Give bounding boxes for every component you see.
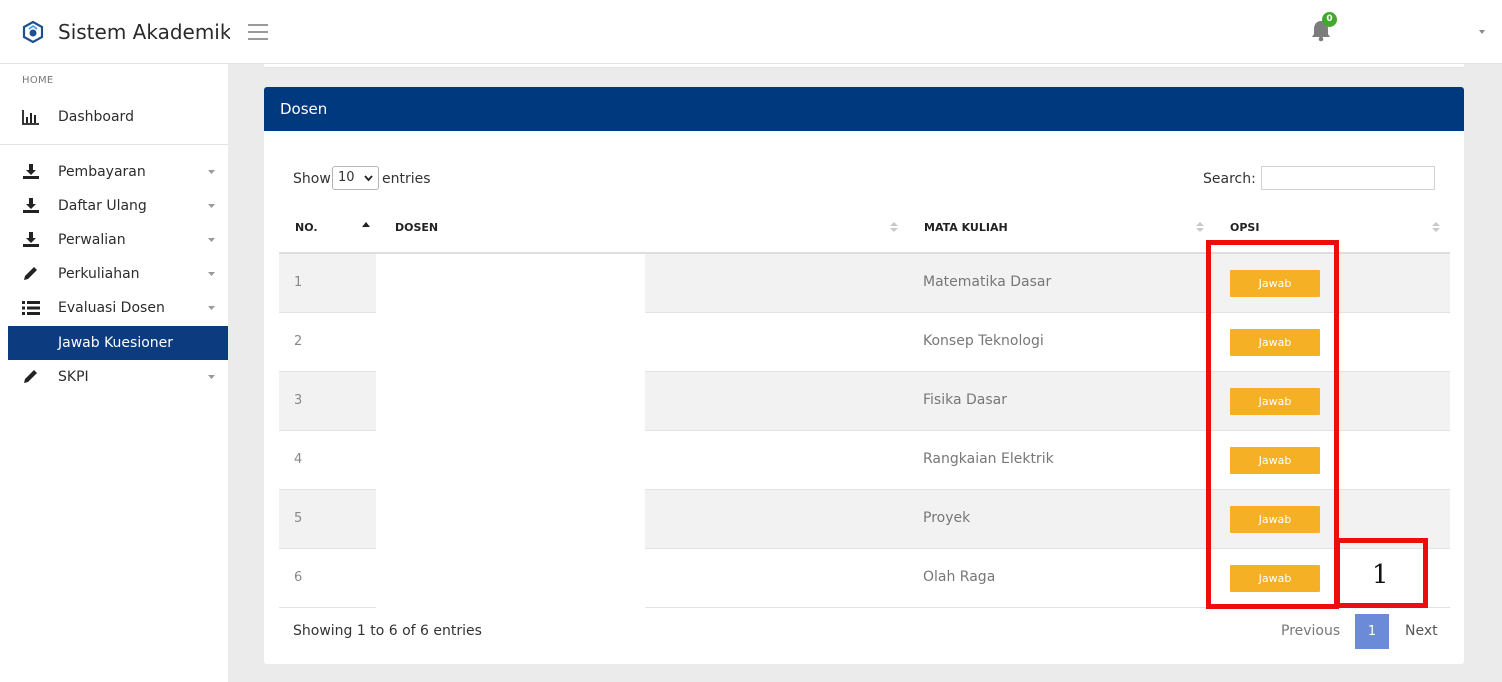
sidebar-item-evaluasi-dosen[interactable]: Evaluasi Dosen [8,291,228,325]
cell-mata-kuliah: Proyek [923,510,971,526]
sidebar-item-dashboard[interactable]: Dashboard [8,100,228,134]
entries-select-value: 10 [338,170,355,185]
chevron-down-icon [208,238,215,242]
pencil-icon [24,370,37,383]
cell-dosen-redacted [376,313,645,372]
column-header-dosen[interactable]: DOSEN [395,221,438,234]
cell-no: 6 [294,570,303,585]
cell-no: 1 [294,275,303,290]
sidebar-divider [0,144,228,145]
chevron-down-icon [208,272,215,276]
cell-no: 3 [294,393,303,408]
cell-dosen-redacted [376,549,645,608]
sidebar-item-perwalian[interactable]: Perwalian [8,223,228,257]
column-header-no[interactable]: NO. [295,221,318,234]
cell-dosen-redacted [376,431,645,490]
sort-both-icon[interactable] [1432,221,1440,233]
cell-dosen-redacted [376,254,645,313]
card-header: Dosen [264,87,1464,131]
previous-card-edge [264,64,1464,68]
cell-mata-kuliah: Rangkaian Elektrik [923,451,1054,467]
entries-label: entries [382,171,431,187]
top-navbar: Sistem Akademik 0 [0,0,1502,64]
pencil-icon [24,267,37,280]
download-icon [23,198,39,213]
sidebar-item-label: Evaluasi Dosen [58,300,165,316]
bar-chart-icon [22,110,39,125]
sidebar-item-label: Daftar Ulang [58,198,147,214]
sidebar-item-label: Pembayaran [58,164,146,180]
search-label: Search: [1203,171,1256,187]
app-title: Sistem Akademik [58,20,230,44]
list-icon [22,301,40,315]
menu-toggle-icon[interactable] [248,24,268,40]
pagination-previous[interactable]: Previous [1281,623,1340,639]
entries-per-page-select[interactable]: 10 [332,166,379,190]
cell-mata-kuliah: Olah Raga [923,569,996,585]
show-label: Show [293,171,331,187]
app-logo-icon [22,21,44,43]
column-header-opsi[interactable]: OPSI [1230,221,1259,234]
table-info: Showing 1 to 6 of 6 entries [293,623,482,639]
sidebar-item-skpi[interactable]: SKPI [8,360,228,394]
chevron-down-icon [208,375,215,379]
cell-no: 5 [294,511,303,526]
cell-mata-kuliah: Konsep Teknologi [923,333,1044,349]
sidebar-subitem-jawab-kuesioner[interactable]: Jawab Kuesioner [8,326,228,360]
sort-both-icon[interactable] [890,221,898,233]
search-input[interactable] [1261,166,1435,190]
sort-both-icon[interactable] [1196,221,1204,233]
annotation-highlight-box [1206,240,1339,609]
cell-dosen-redacted [376,372,645,431]
cell-dosen-redacted [376,490,645,549]
cell-no: 4 [294,452,303,467]
sidebar-item-label: Jawab Kuesioner [58,335,174,351]
download-icon [23,232,39,247]
sidebar: HOME Dashboard Pembayaran Daftar Ulang P… [0,64,228,682]
brand[interactable]: Sistem Akademik [22,20,230,44]
cell-mata-kuliah: Matematika Dasar [923,274,1052,290]
pagination-page-1[interactable]: 1 [1355,614,1389,649]
cell-mata-kuliah: Fisika Dasar [923,392,1007,408]
user-menu-caret-icon[interactable] [1477,28,1487,36]
sidebar-item-label: Dashboard [58,109,134,125]
sidebar-item-pembayaran[interactable]: Pembayaran [8,155,228,189]
pagination-next[interactable]: Next [1405,623,1438,639]
cell-no: 2 [294,334,303,349]
sidebar-item-label: SKPI [58,369,89,385]
chevron-down-icon [208,204,215,208]
sidebar-item-label: Perkuliahan [58,266,140,282]
chevron-down-icon [364,175,373,182]
notification-bell[interactable]: 0 [1310,12,1337,42]
card-title: Dosen [280,100,328,118]
sidebar-item-label: Perwalian [58,232,126,248]
download-icon [23,164,39,179]
sidebar-section-label: HOME [22,75,54,86]
column-header-mata-kuliah[interactable]: MATA KULIAH [924,221,1008,234]
notification-count-badge: 0 [1322,12,1337,27]
sidebar-item-daftar-ulang[interactable]: Daftar Ulang [8,189,228,223]
sidebar-item-perkuliahan[interactable]: Perkuliahan [8,257,228,291]
annotation-number: 1 [1372,560,1389,590]
sort-ascending-icon[interactable] [362,221,370,233]
chevron-down-icon [208,170,215,174]
chevron-down-icon [208,306,215,310]
